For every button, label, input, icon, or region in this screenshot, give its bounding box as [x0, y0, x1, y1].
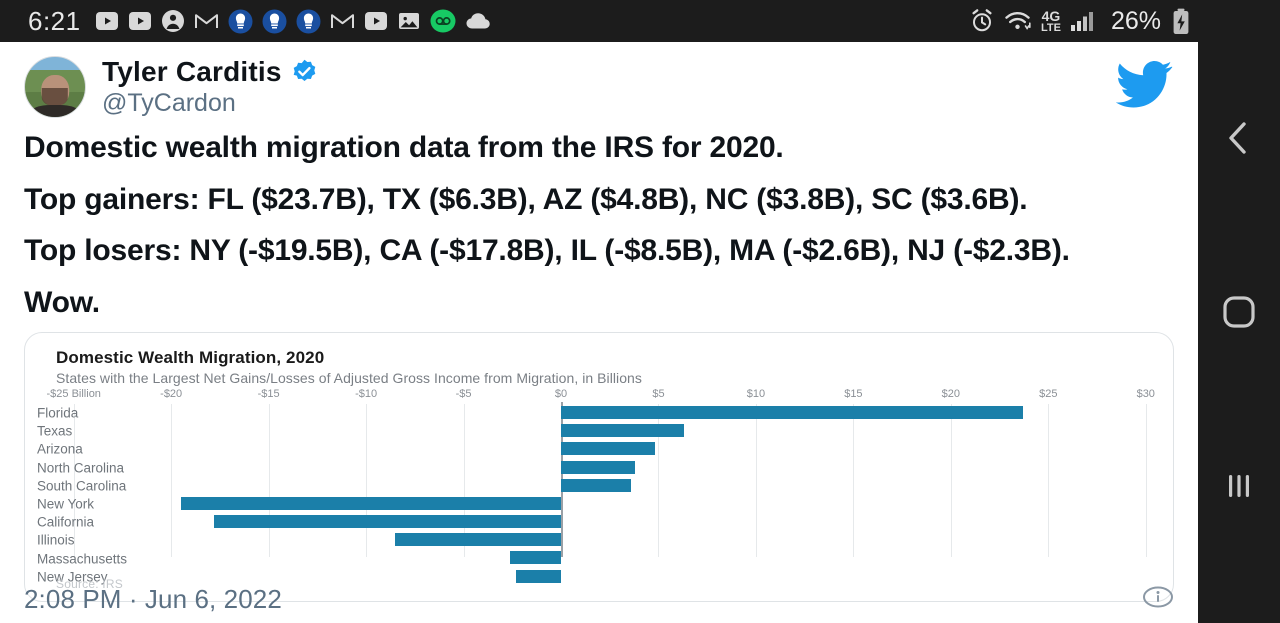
chart-bar: [561, 460, 636, 474]
gmail-icon: [194, 9, 219, 33]
tweet-paragraph: Top losers: NY (-$19.5B), CA (-$17.8B), …: [24, 234, 1070, 268]
wifi-icon: [1004, 9, 1032, 33]
recents-bars-icon: [1221, 468, 1257, 504]
tweet-timestamp[interactable]: 2:08 PM · Jun 6, 2022: [24, 584, 282, 615]
chart-x-tick-label: -$20: [160, 387, 183, 400]
chart-x-tick-label: $15: [844, 387, 863, 400]
chart-bar-row: California: [25, 513, 1173, 531]
chart-title: Domestic Wealth Migration, 2020: [56, 347, 325, 367]
twitter-bird-icon[interactable]: [1115, 56, 1174, 113]
chart-category-label: Texas: [37, 423, 73, 439]
phone-screen: 6:21 4G LTE 26% Tyler Carditis @TyCardon…: [0, 0, 1280, 623]
chart-subtitle: States with the Largest Net Gains/Losses…: [56, 369, 642, 386]
author-handle[interactable]: @TyCardon: [102, 88, 318, 118]
chart-bar-row: Massachusetts: [25, 549, 1173, 567]
tweet-card: Tyler Carditis @TyCardon Domestic wealth…: [0, 42, 1198, 623]
tweet-paragraph: Wow.: [24, 285, 100, 319]
avatar-beard: [41, 88, 69, 107]
youtube-icon: [128, 9, 152, 33]
chart-x-tick-label: $20: [941, 387, 961, 400]
tweet-paragraph: Top gainers: FL ($23.7B), TX ($6.3B), AZ…: [24, 182, 1028, 216]
chart-category-label: New York: [37, 496, 95, 512]
chart-x-tick-label: $10: [746, 387, 766, 400]
chart-plot-area: -$25 Billion -$20 -$15 -$10 -$5 $0 $5 $10 $15 $20…: [25, 388, 1173, 601]
info-circle-icon[interactable]: [1142, 581, 1174, 618]
network-label: 4G: [1041, 7, 1061, 24]
contacts-icon: [161, 9, 185, 33]
chart-bar: [561, 442, 655, 456]
android-navigation-bar: [1198, 0, 1280, 623]
tweet-paragraph: Domestic wealth migration data from the …: [24, 131, 784, 165]
battery-charging-icon: [1172, 8, 1190, 35]
battery-percent-label: 26%: [1110, 6, 1161, 35]
nav-home-button[interactable]: [1198, 292, 1280, 332]
tweet-footer: 2:08 PM · Jun 6, 2022: [24, 579, 1174, 619]
chart-bar-row: South Carolina: [25, 477, 1173, 495]
chart-bar: [510, 551, 561, 565]
cloud-icon: [465, 11, 491, 31]
author-display-name[interactable]: Tyler Carditis: [102, 57, 282, 87]
chart-bar-row: New York: [25, 495, 1173, 513]
avatar[interactable]: [24, 56, 86, 118]
chevron-left-icon: [1222, 118, 1256, 158]
signal-bars-icon: [1070, 9, 1096, 33]
verified-badge-icon: [291, 58, 318, 85]
chart-x-tick-label: -$25 Billion: [46, 387, 101, 400]
chart-x-tick-label: $25: [1039, 387, 1058, 400]
youtube-icon: [95, 9, 119, 33]
author-block: Tyler Carditis @TyCardon: [102, 56, 318, 118]
chart-bar-row: Illinois: [25, 531, 1173, 549]
photos-icon: [397, 9, 421, 33]
chart-bar: [561, 424, 684, 438]
chart-bar-rows: Florida Texas Arizona North Carolina South C…: [25, 404, 1173, 586]
chart-category-label: California: [37, 514, 95, 530]
nav-back-button[interactable]: [1198, 118, 1280, 158]
chart-category-label: South Carolina: [37, 478, 127, 494]
app-badge-icon: [262, 9, 287, 34]
status-bar: 6:21 4G LTE 26%: [0, 0, 1198, 42]
chart-card[interactable]: Domestic Wealth Migration, 2020 States w…: [24, 331, 1174, 602]
gmail-icon: [330, 9, 355, 33]
status-bar-notification-icons: [95, 8, 969, 34]
chart-bar: [561, 405, 1023, 419]
chart-x-tick-label: $5: [652, 387, 665, 400]
chart-category-label: North Carolina: [37, 460, 125, 476]
tweet-body: Domestic wealth migration data from the …: [24, 118, 1174, 320]
status-bar-clock: 6:21: [28, 5, 81, 36]
chart-bar: [395, 533, 561, 547]
chart-bar-row: Arizona: [25, 440, 1173, 458]
avatar-body: [31, 105, 79, 117]
status-bar-system-icons: 4G LTE 26%: [969, 7, 1190, 36]
chart-x-tick-label: -$10: [355, 387, 378, 400]
chart-x-tick-label: -$5: [455, 387, 472, 400]
home-square-icon: [1219, 292, 1259, 332]
chart-bar-row: North Carolina: [25, 459, 1173, 477]
chart-category-label: Illinois: [37, 532, 75, 548]
4g-lte-icon: 4G LTE: [1041, 9, 1061, 34]
network-sublabel: LTE: [1040, 21, 1061, 34]
voicemail-icon: [430, 8, 456, 34]
chart-bar-row: Florida: [25, 404, 1173, 422]
chart-bar-row: Texas: [25, 422, 1173, 440]
app-badge-icon: [296, 9, 321, 34]
chart-bar: [180, 496, 561, 510]
nav-recents-button[interactable]: [1198, 468, 1280, 504]
youtube-icon: [364, 9, 388, 33]
chart-x-tick-label: $0: [554, 387, 568, 400]
chart-bar: [214, 515, 561, 529]
chart-category-label: Arizona: [37, 441, 83, 457]
app-badge-icon: [228, 9, 253, 34]
alarm-icon: [969, 8, 995, 34]
chart-x-tick-label: -$15: [257, 387, 280, 400]
chart-bar: [561, 478, 632, 492]
chart-x-tick-label: $30: [1136, 387, 1155, 400]
author-name-row: Tyler Carditis: [102, 57, 318, 86]
chart-category-label: Massachusetts: [37, 551, 128, 567]
chart-category-label: Florida: [37, 405, 79, 421]
tweet-header: Tyler Carditis @TyCardon: [24, 42, 1174, 118]
